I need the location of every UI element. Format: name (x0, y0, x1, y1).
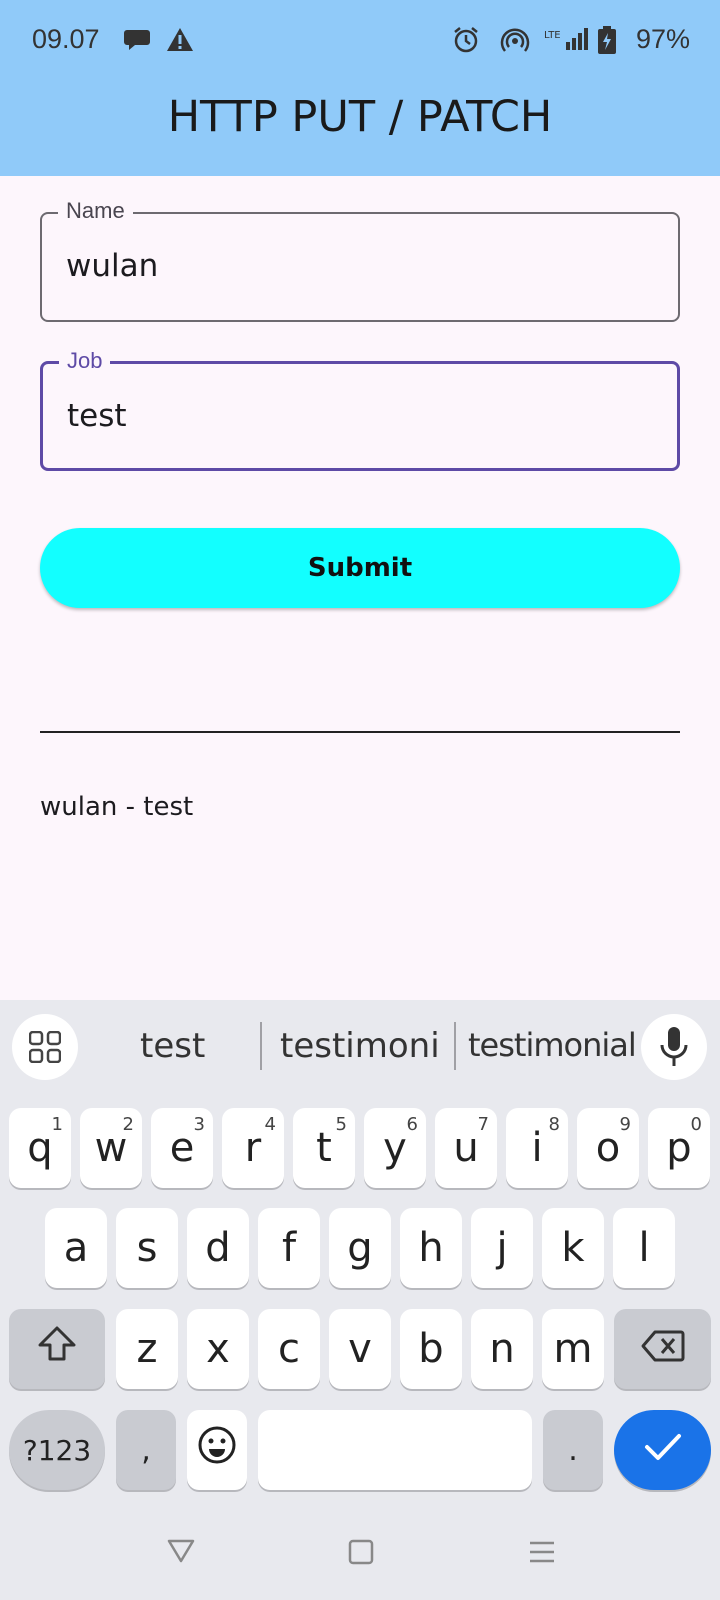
key-f[interactable]: f (258, 1208, 320, 1288)
key-hint: 0 (690, 1114, 702, 1135)
status-time: 09.07 (32, 24, 100, 54)
key-m[interactable]: m (542, 1309, 604, 1389)
key-e[interactable]: e3 (151, 1108, 213, 1188)
checkmark-icon (643, 1427, 683, 1473)
key-label: t (316, 1125, 332, 1171)
key-s[interactable]: s (116, 1208, 178, 1288)
voice-input-button[interactable] (641, 1014, 707, 1080)
space-bar[interactable] (258, 1410, 532, 1490)
key-hint: 6 (406, 1114, 418, 1135)
key-w[interactable]: w2 (80, 1108, 142, 1188)
recents-icon[interactable] (528, 1537, 556, 1570)
symbols-key[interactable]: ?123 (9, 1410, 105, 1490)
comma-key[interactable]: , (116, 1410, 176, 1490)
emoji-icon (197, 1425, 237, 1475)
suggestion-3[interactable]: testimonial (468, 1026, 637, 1064)
suggestion-divider (260, 1022, 262, 1070)
key-l[interactable]: l (613, 1208, 675, 1288)
job-field-label: Job (59, 348, 111, 374)
key-i[interactable]: i8 (506, 1108, 568, 1188)
apps-grid-button[interactable] (12, 1014, 78, 1080)
key-label: q (27, 1125, 53, 1171)
key-hint: 4 (264, 1114, 276, 1135)
key-t[interactable]: t5 (293, 1108, 355, 1188)
key-hint: 3 (193, 1114, 205, 1135)
battery-percentage: 97% (636, 24, 691, 54)
done-key[interactable] (614, 1410, 711, 1490)
shift-icon (37, 1326, 77, 1372)
network-type-label: LTE (544, 30, 561, 41)
key-hint: 2 (122, 1114, 134, 1135)
key-b[interactable]: b (400, 1309, 462, 1389)
key-n[interactable]: n (471, 1309, 533, 1389)
key-j[interactable]: j (471, 1208, 533, 1288)
key-y[interactable]: y6 (364, 1108, 426, 1188)
backspace-icon (641, 1326, 685, 1372)
key-r[interactable]: r4 (222, 1108, 284, 1188)
key-label: u (453, 1125, 479, 1171)
suggestion-divider (454, 1022, 456, 1070)
microphone-icon (660, 1027, 688, 1072)
job-field-value[interactable]: test (67, 398, 127, 434)
suggestion-2[interactable]: testimoni (280, 1026, 440, 1066)
period-key[interactable]: . (543, 1410, 603, 1490)
apps-grid-icon (28, 1030, 62, 1068)
submit-button[interactable]: Submit (40, 528, 680, 608)
key-d[interactable]: d (187, 1208, 249, 1288)
page-title: HTTP PUT / PATCH (167, 92, 553, 142)
warning-icon (166, 26, 194, 59)
key-v[interactable]: v (329, 1309, 391, 1389)
battery-charging-icon (598, 26, 616, 59)
suggestion-1[interactable]: test (140, 1026, 205, 1066)
key-label: o (595, 1125, 621, 1171)
chat-bubble-icon (124, 26, 152, 59)
key-g[interactable]: g (329, 1208, 391, 1288)
key-label: e (169, 1125, 195, 1171)
name-field-value[interactable]: wulan (66, 248, 158, 284)
signal-icon: LTE (544, 28, 590, 57)
key-hint: 1 (51, 1114, 63, 1135)
key-hint: 9 (619, 1114, 631, 1135)
result-text: wulan - test (40, 792, 194, 822)
key-k[interactable]: k (542, 1208, 604, 1288)
backspace-key[interactable] (614, 1309, 711, 1389)
key-p[interactable]: p0 (648, 1108, 710, 1188)
key-z[interactable]: z (116, 1309, 178, 1389)
key-h[interactable]: h (400, 1208, 462, 1288)
status-bar: 09.07 LTE 97% (0, 0, 720, 82)
keyboard (0, 1000, 720, 1600)
shift-key[interactable] (9, 1309, 105, 1389)
key-label: y (383, 1125, 407, 1171)
key-label: r (244, 1125, 262, 1171)
key-a[interactable]: a (45, 1208, 107, 1288)
hotspot-icon (500, 26, 530, 59)
key-o[interactable]: o9 (577, 1108, 639, 1188)
name-field-label: Name (58, 198, 133, 224)
name-field[interactable]: Name wulan (40, 198, 680, 322)
key-x[interactable]: x (187, 1309, 249, 1389)
key-u[interactable]: u7 (435, 1108, 497, 1188)
key-label: p (666, 1125, 692, 1171)
key-hint: 8 (548, 1114, 560, 1135)
key-hint: 7 (477, 1114, 489, 1135)
divider (40, 731, 680, 733)
key-c[interactable]: c (258, 1309, 320, 1389)
key-q[interactable]: q1 (9, 1108, 71, 1188)
home-icon[interactable] (348, 1537, 374, 1570)
key-hint: 5 (335, 1114, 347, 1135)
job-field[interactable]: Job test (40, 348, 680, 471)
back-icon[interactable] (166, 1537, 196, 1570)
key-label: i (531, 1125, 543, 1171)
emoji-key[interactable] (187, 1410, 247, 1490)
alarm-icon (452, 26, 480, 59)
